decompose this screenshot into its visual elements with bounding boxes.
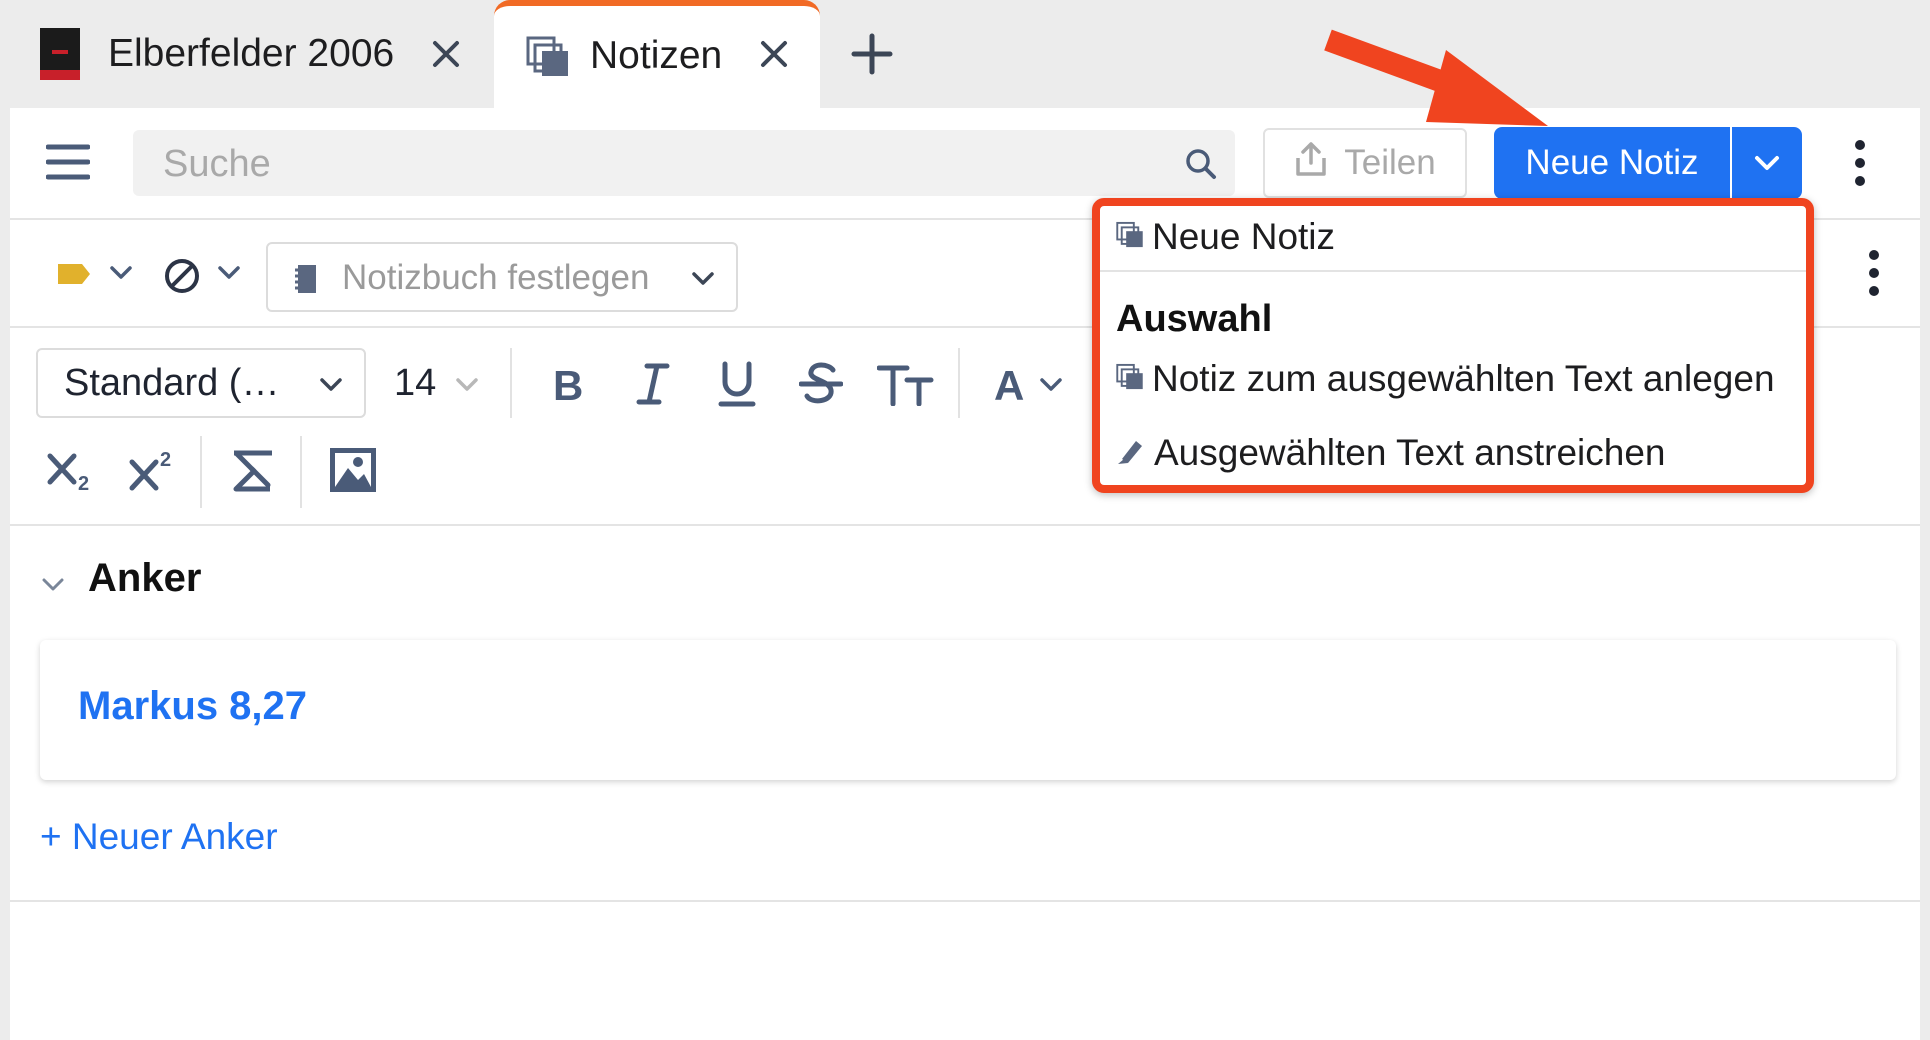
menu-item-label: Notiz zum ausgewählten Text anlegen (1152, 358, 1775, 399)
bold-icon[interactable]: B (544, 354, 594, 414)
more-options-icon[interactable] (1868, 250, 1880, 298)
tab-bar: Elberfelder 2006 Notizen (0, 0, 1930, 108)
underline-icon[interactable] (712, 354, 762, 414)
search-placeholder: Suche (163, 143, 271, 185)
chevron-down-icon[interactable] (110, 266, 132, 280)
tab-label: Elberfelder 2006 (108, 32, 395, 75)
anchor-card: Markus 8,27 (40, 640, 1896, 780)
anchor-link[interactable]: Markus 8,27 (78, 684, 307, 729)
svg-text:B: B (553, 364, 583, 404)
new-tab-icon[interactable] (848, 30, 896, 78)
search-icon[interactable] (1185, 148, 1217, 180)
new-note-button[interactable]: Neue Notiz (1494, 127, 1730, 199)
annotation-arrow-icon (1320, 22, 1550, 132)
close-tab-icon[interactable] (754, 34, 794, 74)
no-color-icon[interactable] (164, 258, 200, 294)
text-size-icon[interactable] (876, 354, 936, 414)
notes-icon (1116, 216, 1144, 258)
paragraph-style-value: Standard (… (64, 362, 280, 404)
collapse-chevron-icon[interactable] (42, 578, 64, 592)
chevron-down-icon (692, 272, 714, 286)
new-note-label: Neue Notiz (1525, 143, 1699, 182)
strikethrough-icon[interactable] (796, 354, 846, 414)
tab-label: Notizen (590, 34, 723, 77)
menu-section-header: Auswahl (1116, 298, 1273, 340)
notebook-icon (294, 264, 318, 294)
tab-notizen[interactable]: Notizen (494, 0, 820, 108)
highlighter-icon (1116, 432, 1146, 474)
menu-icon[interactable] (45, 143, 91, 181)
book-cover-icon (40, 28, 80, 80)
share-icon (1294, 141, 1328, 186)
tag-icon[interactable] (56, 262, 92, 286)
share-button[interactable]: Teilen (1263, 128, 1467, 198)
anchor-section-title: Anker (88, 556, 202, 600)
share-label: Teilen (1344, 143, 1436, 182)
menu-item-label: Ausgewählten Text anstreichen (1154, 432, 1666, 473)
subscript-icon[interactable]: 2 (46, 440, 96, 500)
more-options-icon[interactable] (1854, 140, 1866, 188)
svg-text:2: 2 (160, 449, 171, 471)
notebook-select[interactable]: Notizbuch festlegen (266, 242, 738, 312)
menu-item-highlight[interactable]: Ausgewählten Text anstreichen (1116, 432, 1665, 474)
note-content: Anker Markus 8,27 + Neuer Anker (10, 526, 1920, 1040)
italic-icon[interactable] (628, 354, 678, 414)
chevron-down-icon[interactable] (456, 378, 478, 392)
font-color-icon[interactable]: A (990, 354, 1030, 414)
svg-text:A: A (994, 364, 1024, 404)
chevron-down-icon[interactable] (1040, 378, 1062, 392)
notes-icon (526, 36, 570, 78)
close-tab-icon[interactable] (426, 34, 466, 74)
notes-icon (1116, 358, 1144, 400)
clear-format-icon[interactable] (228, 440, 278, 500)
image-icon[interactable] (326, 440, 380, 500)
tab-elberfelder[interactable]: Elberfelder 2006 (40, 0, 480, 108)
notebook-placeholder: Notizbuch festlegen (342, 258, 650, 297)
new-note-dropdown-menu: Neue Notiz Auswahl Notiz zum ausgewählte… (1092, 198, 1814, 493)
paragraph-style-select[interactable]: Standard (… (36, 348, 366, 418)
font-size-value[interactable]: 14 (394, 362, 436, 405)
new-note-dropdown-toggle[interactable] (1732, 127, 1802, 199)
add-anchor-link[interactable]: + Neuer Anker (40, 816, 278, 858)
menu-item-label: Neue Notiz (1152, 216, 1336, 257)
menu-item-note-selection[interactable]: Notiz zum ausgewählten Text anlegen (1116, 358, 1775, 400)
chevron-down-icon[interactable] (218, 266, 240, 280)
menu-item-new-note[interactable]: Neue Notiz (1116, 216, 1335, 258)
superscript-icon[interactable]: 2 (128, 440, 178, 500)
chevron-down-icon (1755, 156, 1779, 170)
chevron-down-icon (320, 378, 342, 392)
search-input[interactable]: Suche (133, 130, 1235, 196)
svg-text:2: 2 (78, 473, 89, 492)
